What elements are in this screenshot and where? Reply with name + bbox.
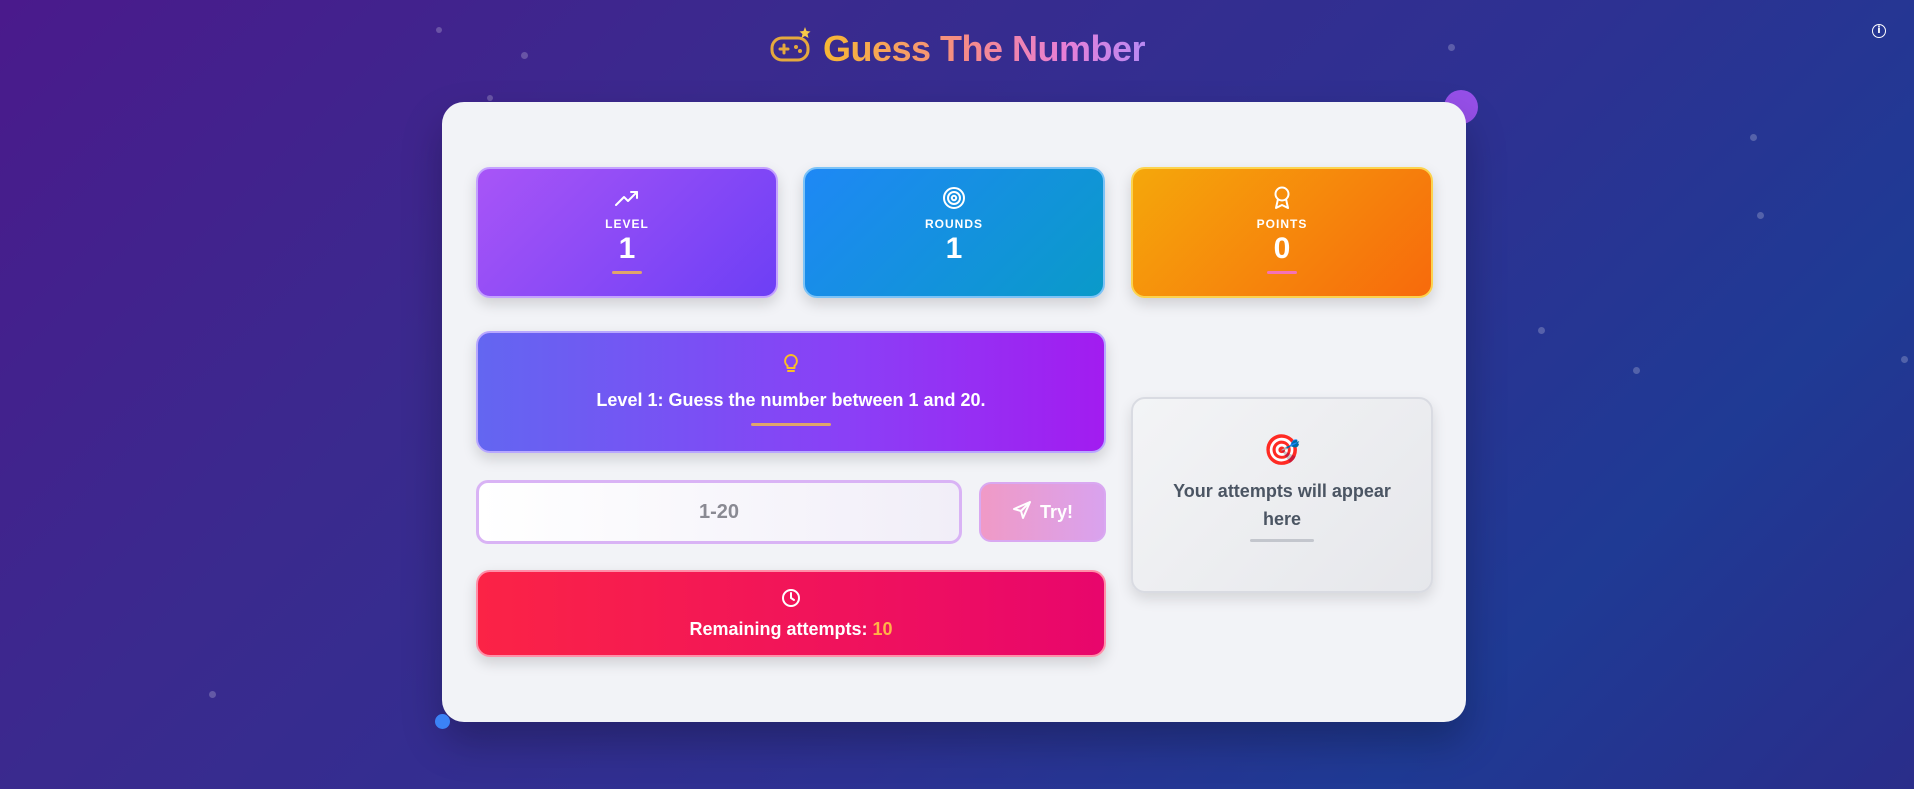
rounds-label: ROUNDS: [924, 217, 983, 231]
attempts-history-card: 🎯 Your attempts will appear here: [1131, 397, 1433, 593]
page-title: Guess The Number: [822, 27, 1146, 69]
gamepad-icon: [769, 26, 813, 71]
attempts-card: Remaining attempts: 10: [476, 570, 1106, 657]
hint-underline: [751, 423, 831, 426]
try-button[interactable]: Try!: [979, 482, 1106, 542]
history-placeholder-text: Your attempts will appear here: [1173, 481, 1391, 529]
background-dot: [487, 95, 493, 101]
attempts-label: Remaining attempts:: [689, 619, 868, 639]
background-dot: [1538, 327, 1545, 334]
clock-icon: [781, 588, 801, 613]
award-icon: [1272, 186, 1292, 209]
hint-text: Level 1: Guess the number between 1 and …: [596, 390, 986, 410]
points-label: POINTS: [1256, 217, 1308, 231]
level-label: LEVEL: [605, 217, 649, 231]
background-dot: [1750, 134, 1757, 141]
target-icon: [942, 187, 966, 209]
background-dot: [209, 691, 216, 698]
try-button-label: Try!: [1039, 501, 1073, 522]
rounds-card: ROUNDS 1: [803, 167, 1105, 298]
level-value: 1: [618, 232, 636, 265]
points-value: 0: [1273, 232, 1291, 265]
decorative-bubble: [435, 714, 450, 729]
level-card: LEVEL 1: [476, 167, 778, 298]
background-dot: [1901, 356, 1908, 363]
attempts-text: Remaining attempts: 10: [689, 619, 892, 640]
guess-input[interactable]: [476, 480, 962, 544]
send-icon: [1012, 500, 1032, 525]
lightbulb-icon: [783, 353, 799, 380]
hint-card: Level 1: Guess the number between 1 and …: [476, 331, 1106, 453]
points-card: POINTS 0: [1131, 167, 1433, 298]
points-underline: [1267, 271, 1297, 274]
level-underline: [612, 271, 642, 274]
background-dot: [1633, 367, 1640, 374]
rounds-value: 1: [945, 232, 963, 265]
trending-up-icon: [615, 187, 639, 209]
background-dot: [1757, 212, 1764, 219]
dart-target-icon: 🎯: [1263, 434, 1301, 467]
header: Guess The Number: [0, 26, 1914, 71]
attempts-count: 10: [872, 619, 893, 639]
rounds-underline: [939, 271, 969, 274]
history-underline: [1250, 539, 1314, 542]
